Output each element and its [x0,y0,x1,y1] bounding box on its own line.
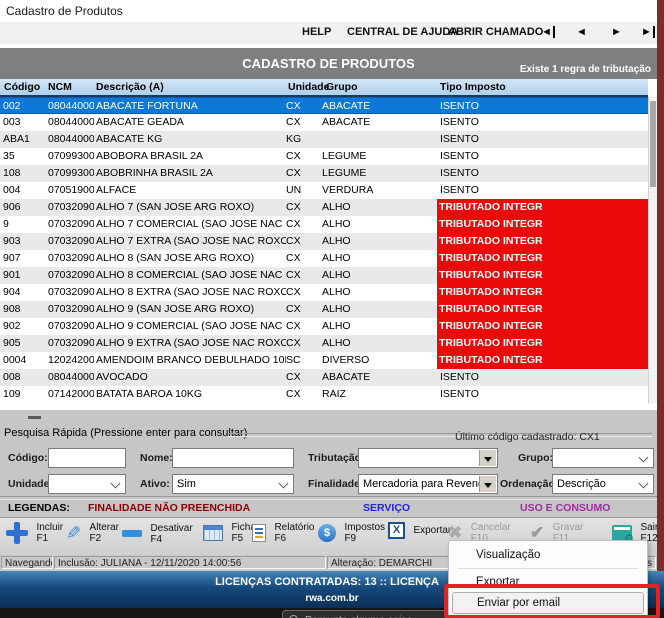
legend-uso-e-consumo: USO E CONSUMO [520,502,610,514]
menu-central-de-ajuda[interactable]: CENTRAL DE AJUDA [347,26,458,38]
table-row[interactable]: 907 07032090 ALHO 8 (SAN JOSE ARG ROXO) … [0,250,648,267]
product-table: 002 08044000 ABACATE FORTUNA CX ABACATE … [0,97,648,403]
table-row[interactable]: 905 07032090 ALHO 9 EXTRA (SAO JOSE NAC … [0,335,648,352]
window-title: Cadastro de Produtos [6,4,123,18]
table-row[interactable]: 901 07032090 ALHO 8 COMERCIAL (SAO JOSE … [0,267,648,284]
tributacao-label: Tributação: [308,452,365,464]
chevron-down-icon [111,479,121,489]
menu-help[interactable]: HELP [302,26,331,38]
grupo-select[interactable] [552,448,654,468]
column-tipo-imposto[interactable]: Tipo Imposto [440,81,506,93]
pencil-icon: ✎ [66,523,81,544]
chevron-down-icon [639,453,649,463]
menu-bar: HELP CENTRAL DE AJUDA ABRIR CHAMADO ◄ ◄ … [0,22,657,44]
nome-label: Nome: [140,452,173,464]
table-row[interactable]: 906 07032090 ALHO 7 (SAN JOSE ARG ROXO) … [0,199,648,216]
exportar-button[interactable]: X Exportar [388,522,451,552]
taskbar-search-input[interactable]: Pergunte alguma coisa [282,610,468,618]
next-record-icon[interactable]: ► [611,26,622,38]
legend-finalidade-nao-preenchida: FINALIDADE NÃO PREENCHIDA [88,502,250,514]
scrollbar-thumb[interactable] [650,101,656,187]
impostos-button[interactable]: $ ImpostosF9 [318,522,385,552]
column-ncm[interactable]: NCM [48,81,72,93]
previous-record-icon[interactable]: ◄ [576,26,587,38]
table-row[interactable]: 903 07032090 ALHO 7 EXTRA (SAO JOSE NAC … [0,233,648,250]
table-row[interactable]: 003 08044000 ABACATE GEADA CX ABACATE IS… [0,114,648,131]
table-row[interactable]: 0004 12024200 AMENDOIM BRANCO DEBULHADO … [0,352,648,369]
desativar-button[interactable]: DesativarF4 [122,522,193,552]
status-inclusao: Inclusão: JULIANA - 12/11/2020 14:00:56 [54,556,326,569]
dropdown-arrow-icon[interactable] [479,450,496,466]
cadastro-de-produtos-window: Cadastro de Produtos HELP CENTRAL DE AJU… [0,0,664,618]
menu-abrir-chamado[interactable]: ABRIR CHAMADO [448,26,543,38]
table-scrollbar[interactable] [648,97,657,403]
finalidade-label: Finalidade: [308,478,363,490]
dropdown-arrow-icon[interactable] [479,476,496,492]
tax-rule-note: Existe 1 regra de tributação [520,64,651,75]
last-record-icon[interactable]: ► [641,26,655,38]
chevron-down-icon [279,479,289,489]
menu-separator [458,568,638,569]
alterar-button[interactable]: ✎ AlterarF2 [66,522,119,552]
export-context-menu: Visualização Exportar Enviar por email [448,540,648,618]
codigo-input[interactable] [48,448,126,468]
menu-item-exportar[interactable]: Exportar [452,572,644,592]
column-grupo[interactable]: Grupo [326,81,358,93]
table-row[interactable]: 002 08044000 ABACATE FORTUNA CX ABACATE … [0,97,648,114]
table-row[interactable]: 902 07032090 ALHO 9 COMERCIAL (SAO JOSE … [0,318,648,335]
table-row[interactable]: 109 07142000 BATATA BAROA 10KG CX RAIZ I… [0,386,648,403]
dash-icon [122,530,142,537]
menu-item-enviar-por-email[interactable]: Enviar por email [452,592,644,614]
finalidade-select[interactable]: Mercadoria para Revenda [358,474,498,494]
codigo-label: Código: [8,452,48,464]
legends-bar: LEGENDAS: FINALIDADE NÃO PREENCHIDA SERV… [0,500,657,517]
plus-icon [6,522,28,544]
report-icon [252,524,266,542]
table-row[interactable]: 108 07099300 ABOBRINHA BRASIL 2A CX LEGU… [0,165,648,182]
unidade-select[interactable] [48,474,126,494]
exit-window-icon [612,525,632,541]
table-row[interactable]: 004 07051900 ALFACE UN VERDURA ISENTO [0,182,648,199]
table-row[interactable]: 35 07099300 ABOBORA BRASIL 2A CX LEGUME … [0,148,648,165]
title-bar: Cadastro de Produtos [0,0,657,22]
table-row[interactable]: 008 08044000 AVOCADO CX ABACATE ISENTO [0,369,648,386]
form-header: CADASTRO DE PRODUTOS Existe 1 regra de t… [0,48,657,79]
legends-title: LEGENDAS: [8,502,70,514]
table-row[interactable]: 904 07032090 ALHO 8 EXTRA (SAO JOSE NAC … [0,284,648,301]
column-codigo[interactable]: Código [4,81,40,93]
status-mode: Navegando [1,556,53,569]
column-unidade[interactable]: Unidade [288,81,329,93]
chevron-down-icon [639,479,649,489]
incluir-button[interactable]: IncluirF1 [6,522,63,552]
search-panel: Pesquisa Rápida (Pressione enter para co… [0,410,657,555]
last-code-label: Último código cadastrado: CX1 [455,431,600,443]
table-column-header: Código NCM Descrição (A) Unidade Grupo T… [0,79,648,97]
ordenacao-label: Ordenação: [500,478,558,490]
splitter-handle[interactable] [28,416,41,419]
ativo-label: Ativo: [140,478,170,490]
menu-item-visualizacao[interactable]: Visualização [452,545,644,565]
first-record-icon[interactable]: ◄ [541,26,555,38]
excel-icon: X [388,522,405,539]
unidade-label: Unidade: [8,478,53,490]
ativo-select[interactable]: Sim [172,474,294,494]
dollar-icon: $ [318,524,336,542]
search-group-label: Pesquisa Rápida (Pressione enter para co… [4,427,247,439]
tributacao-select[interactable] [358,448,498,468]
grid-icon [203,525,223,541]
nome-input[interactable] [172,448,294,468]
table-row[interactable]: 9 07032090 ALHO 7 COMERCIAL (SAO JOSE NA… [0,216,648,233]
legend-servico: SERVIÇO [363,502,410,514]
grupo-label: Grupo: [518,452,553,464]
relatorio-button[interactable]: RelatórioF6 [252,522,314,552]
column-descricao[interactable]: Descrição (A) [96,81,164,93]
ficha-button[interactable]: FichaF5 [203,522,256,552]
ordenacao-select[interactable]: Descrição [552,474,654,494]
table-row[interactable]: ABA1 08044000 ABACATE KG KG ISENTO [0,131,648,148]
table-row[interactable]: 908 07032090 ALHO 9 (SAN JOSE ARG ROXO) … [0,301,648,318]
